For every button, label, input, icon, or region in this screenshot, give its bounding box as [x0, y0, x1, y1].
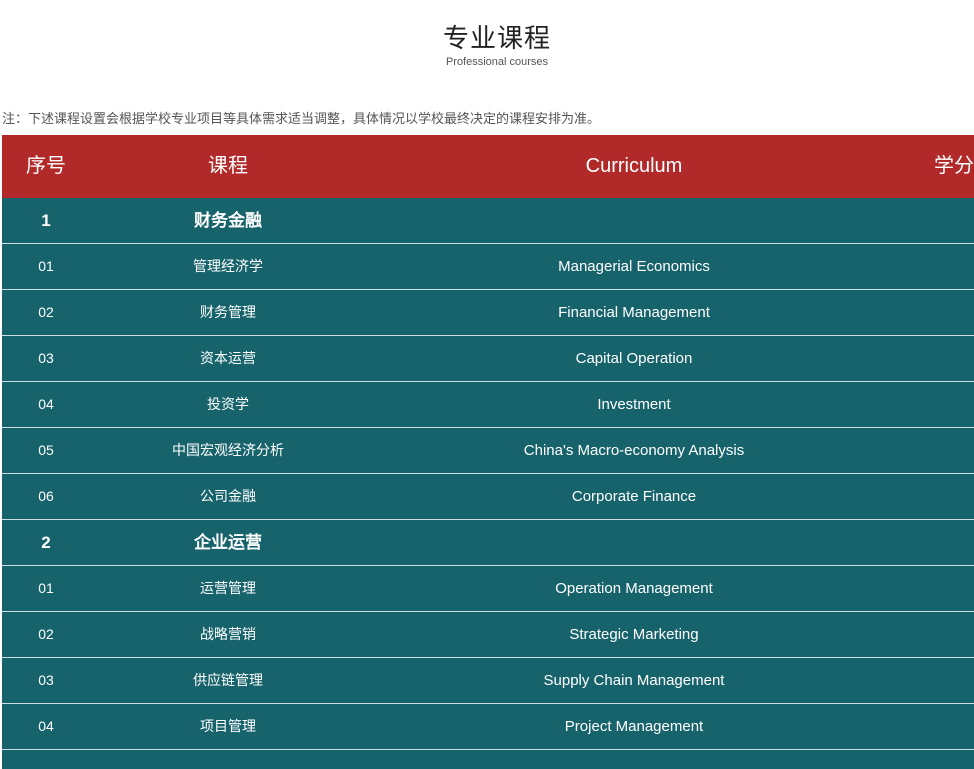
row-curriculum: [434, 520, 834, 565]
row-curriculum: Supply Chain Management: [543, 672, 725, 689]
page-subtitle: Professional courses: [445, 56, 549, 68]
table-row: 03 供应链管理 Supply Chain Management: [2, 658, 974, 704]
page-title: 专业课程: [442, 23, 551, 53]
course-note: 注：下述课程设置会根据学校专业项目等具体需求适当调整，具体情况以学校最终决定的课…: [2, 111, 601, 126]
group-row-finance: 1 财务金融: [2, 198, 974, 244]
row-curriculum: Capital Operation: [575, 350, 693, 367]
row-seq: 06: [38, 488, 54, 504]
row-seq: 02: [38, 304, 54, 320]
row-course: 管理经济学: [193, 258, 263, 274]
header-curriculum: Curriculum: [585, 155, 683, 177]
row-course: 投资学: [207, 396, 249, 412]
row-course: 企业运营: [194, 533, 262, 552]
row-curriculum: Managerial Economics: [558, 258, 710, 275]
table-row-partial: [2, 750, 974, 769]
row-curriculum: Strategic Marketing: [569, 626, 699, 643]
row-seq: 04: [38, 718, 54, 734]
row-seq: 2: [41, 533, 51, 552]
table-row: 01 运营管理 Operation Management: [2, 566, 974, 612]
table-row: 04 项目管理 Project Management: [2, 704, 974, 750]
row-curriculum: Investment: [597, 396, 671, 413]
row-course: 战略营销: [200, 626, 256, 642]
table-row: 02 财务管理 Financial Management: [2, 290, 974, 336]
row-course: 公司金融: [200, 488, 256, 504]
row-course: 资本运营: [200, 350, 256, 366]
row-curriculum: Operation Management: [555, 580, 713, 597]
row-curriculum: Project Management: [564, 718, 704, 735]
group-row-operations: 2 企业运营: [2, 520, 974, 566]
row-curriculum: Corporate Finance: [571, 488, 697, 505]
row-seq: 1: [41, 211, 51, 230]
row-curriculum: [434, 198, 834, 243]
row-seq: 04: [38, 396, 54, 412]
header-credit: 学分: [934, 155, 974, 177]
row-seq: 05: [38, 442, 54, 458]
row-course: 运营管理: [200, 580, 256, 596]
table-row: 03 资本运营 Capital Operation: [2, 336, 974, 382]
row-course: 中国宏观经济分析: [172, 442, 284, 458]
row-seq: 01: [38, 258, 54, 274]
row-curriculum: Financial Management: [558, 304, 710, 321]
header-course: 课程: [208, 155, 248, 177]
table-row: 02 战略营销 Strategic Marketing: [2, 612, 974, 658]
row-curriculum: China's Macro-economy Analysis: [523, 442, 745, 459]
course-table: 序号 课程 Curriculum 学分 1 财务金融 01 管理经济学 Mana…: [2, 135, 974, 769]
row-seq: 01: [38, 580, 54, 596]
row-seq: 03: [38, 672, 54, 688]
table-row: 01 管理经济学 Managerial Economics: [2, 244, 974, 290]
table-row: 06 公司金融 Corporate Finance: [2, 474, 974, 520]
table-header: 序号 课程 Curriculum 学分: [2, 135, 974, 198]
course-page: 专业课程 Professional courses 注：下述课程设置会根据学校专…: [0, 0, 974, 769]
row-course: 财务管理: [200, 304, 256, 320]
row-seq: 02: [38, 626, 54, 642]
row-seq: 03: [38, 350, 54, 366]
header-seq: 序号: [26, 155, 66, 177]
row-course: 项目管理: [200, 718, 256, 734]
row-course: 供应链管理: [193, 672, 263, 688]
table-row: 05 中国宏观经济分析 China's Macro-economy Analys…: [2, 428, 974, 474]
row-course: 财务金融: [194, 211, 262, 230]
table-row: 04 投资学 Investment: [2, 382, 974, 428]
